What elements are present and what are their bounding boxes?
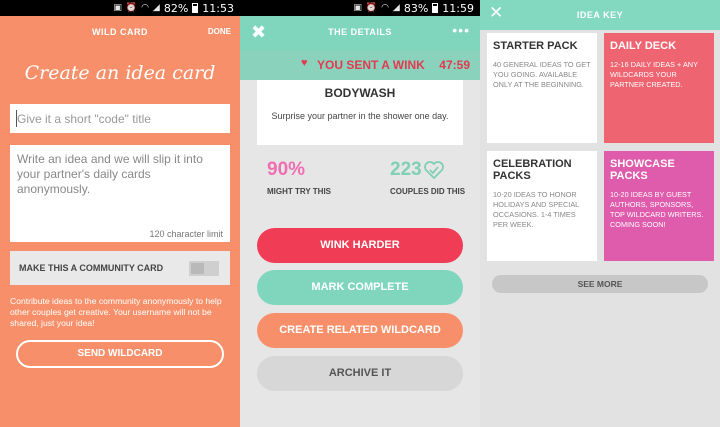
wink-harder-button[interactable]: WINK HARDER — [257, 228, 463, 263]
create-header: WILD CARD DONE — [0, 16, 240, 50]
contribute-description: Contribute ideas to the community anonym… — [10, 296, 222, 328]
community-toggle[interactable] — [189, 261, 219, 276]
tile-title: CELEBRATION PACKS — [493, 158, 572, 182]
create-related-wildcard-button[interactable]: CREATE RELATED WILDCARD — [257, 313, 463, 348]
wink-message: YOU SENT A WINK — [317, 58, 425, 72]
battery-percent: 83% — [403, 1, 429, 15]
alarm-icon: ⏰ — [365, 3, 378, 13]
done-button[interactable]: DONE — [208, 27, 231, 36]
create-card-screen: ▣ ⏰ ◠ ◢ 82% 11:53 WILD CARD DONE Create … — [0, 0, 240, 427]
starter-pack-tile[interactable]: STARTER PACK 40 GENERAL IDEAS TO GET YOU… — [487, 33, 597, 143]
signal-icon: ◢ — [152, 3, 160, 13]
status-bar: ▣ ⏰ ◠ ◢ 82% 11:53 — [0, 0, 240, 16]
header-title: WILD CARD — [92, 27, 148, 37]
tile-description: 40 GENERAL IDEAS TO GET YOU GOING. AVAIL… — [493, 60, 591, 89]
daily-deck-tile[interactable]: DAILY DECK 12-16 DAILY IDEAS + ANY WILDC… — [604, 33, 714, 143]
battery-percent: 82% — [163, 1, 189, 15]
celebration-packs-tile[interactable]: CELEBRATION PACKS 10-20 IDEAS TO HONOR H… — [487, 151, 597, 261]
toggle-knob — [191, 263, 204, 274]
idea-key-screen: ✕ IDEA KEY STARTER PACK 40 GENERAL IDEAS… — [480, 0, 720, 427]
tile-description: 10-20 IDEAS TO HONOR HOLIDAYS AND SPECIA… — [493, 190, 579, 229]
idea-key-header: ✕ IDEA KEY — [480, 0, 720, 30]
showcase-packs-tile[interactable]: SHOWCASE PACKS 10-20 IDEAS BY GUEST AUTH… — [604, 151, 714, 261]
clock: 11:59 — [442, 1, 474, 15]
couples-did-value: 223 — [390, 159, 422, 180]
tile-description: 10-20 IDEAS BY GUEST AUTHORS, SPONSORS, … — [610, 190, 704, 229]
wifi-icon: ◠ — [141, 3, 149, 13]
wifi-icon: ◠ — [381, 3, 389, 13]
details-screen: ▣ ⏰ ◠ ◢ 83% 11:59 ✖ THE DETAILS ••• ♥ YO… — [240, 0, 480, 427]
battery-icon — [192, 3, 199, 13]
tile-description: 12-16 DAILY IDEAS + ANY WILDCARDS YOUR P… — [610, 60, 698, 89]
alarm-icon: ⏰ — [125, 3, 138, 13]
character-limit: 120 character limit — [149, 229, 223, 239]
idea-card: BODYWASH Surprise your partner in the sh… — [257, 80, 463, 145]
details-header: ✖ THE DETAILS ••• — [240, 16, 480, 50]
header-title: IDEA KEY — [576, 10, 624, 20]
tile-title: SHOWCASE PACKS — [610, 158, 675, 182]
clock: 11:53 — [202, 1, 234, 15]
wink-banner: ♥ YOU SENT A WINK 47:59 — [240, 50, 480, 80]
couples-did-label: COUPLES DID THIS — [390, 187, 466, 196]
header-title: THE DETAILS — [328, 27, 392, 37]
heart-icon: ♥ — [301, 57, 308, 69]
card-body: Surprise your partner in the shower one … — [271, 111, 449, 121]
card-title-input[interactable] — [10, 104, 230, 133]
heart-check-icon — [423, 161, 444, 179]
tile-title: DAILY DECK — [610, 40, 677, 52]
see-more-button[interactable]: SEE MORE — [492, 275, 708, 293]
might-try-value: 90% — [267, 159, 306, 180]
couples-did-stat: 223 COUPLES DID THIS — [390, 159, 465, 196]
mark-complete-button[interactable]: MARK COMPLETE — [257, 270, 463, 305]
signal-icon: ◢ — [392, 3, 400, 13]
card-title: BODYWASH — [324, 86, 396, 100]
battery-icon — [432, 3, 439, 13]
might-try-stat: 90% MIGHT TRY THIS — [267, 159, 331, 196]
idea-textarea[interactable] — [10, 145, 230, 242]
hero-title: Create an idea card — [24, 62, 216, 84]
status-bar: ▣ ⏰ ◠ ◢ 83% 11:59 — [240, 0, 480, 16]
notification-icon: ▣ — [113, 3, 122, 13]
archive-button[interactable]: ARCHIVE IT — [257, 356, 463, 391]
send-wildcard-button[interactable]: SEND WILDCARD — [16, 340, 224, 368]
tile-title: STARTER PACK — [493, 40, 578, 52]
more-options-icon[interactable]: ••• — [452, 22, 470, 38]
text-cursor — [16, 110, 17, 127]
might-try-label: MIGHT TRY THIS — [267, 187, 331, 196]
community-card-row: MAKE THIS A COMMUNITY CARD — [10, 251, 230, 285]
notification-icon: ▣ — [353, 3, 362, 13]
community-label: MAKE THIS A COMMUNITY CARD — [19, 263, 164, 273]
countdown-timer: 47:59 — [439, 58, 470, 72]
